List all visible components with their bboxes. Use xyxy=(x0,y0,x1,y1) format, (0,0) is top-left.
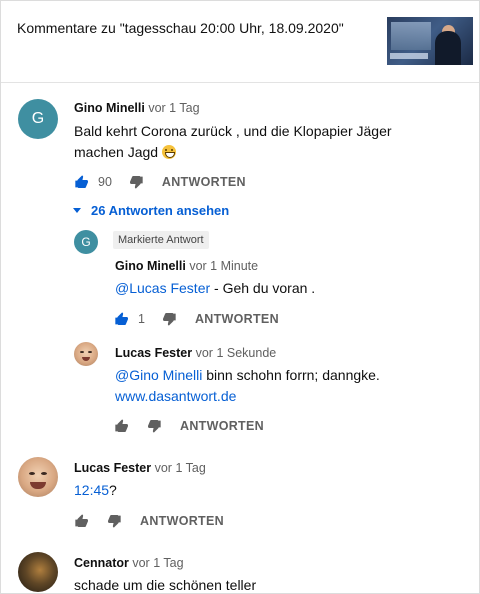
thumb-down-icon[interactable] xyxy=(146,418,162,434)
comment-actions: 90 ANTWORTEN xyxy=(74,172,246,192)
timestamp-link[interactable]: 12:45 xyxy=(74,482,109,498)
reply-button[interactable]: ANTWORTEN xyxy=(195,312,279,326)
thumb-up-icon[interactable] xyxy=(114,418,130,434)
comment-author[interactable]: Cennator vor 1 Tag xyxy=(74,556,184,570)
comment-time[interactable]: vor 1 Tag xyxy=(132,556,183,570)
thumb-up-icon[interactable] xyxy=(114,311,130,327)
video-thumbnail[interactable] xyxy=(387,17,473,65)
reply-time[interactable]: vor 1 Minute xyxy=(189,259,258,273)
comment-text: Bald kehrt Corona zurück , und die Klopa… xyxy=(74,123,392,160)
comments-header: Kommentare zu "tagesschau 20:00 Uhr, 18.… xyxy=(1,1,479,83)
comment-text: schade um die schönen teller xyxy=(74,577,257,593)
reply-actions: ANTWORTEN xyxy=(114,416,264,436)
comment-time[interactable]: vor 1 Tag xyxy=(155,461,206,475)
comment-author[interactable]: Gino Minelli vor 1 Tag xyxy=(74,101,200,115)
pinned-reply-badge: Markierte Antwort xyxy=(113,231,209,249)
reply-author[interactable]: Gino Minelli vor 1 Minute xyxy=(115,259,258,273)
reply-button[interactable]: ANTWORTEN xyxy=(180,419,264,433)
mention-link[interactable]: @Lucas Fester xyxy=(115,280,210,296)
comments-panel: Kommentare zu "tagesschau 20:00 Uhr, 18.… xyxy=(0,0,480,594)
avatar[interactable] xyxy=(18,552,58,592)
reply-button[interactable]: ANTWORTEN xyxy=(162,175,246,189)
reply-text: @Lucas Fester - Geh du voran . xyxy=(115,280,316,296)
avatar[interactable] xyxy=(18,457,58,497)
comment-actions: ANTWORTEN xyxy=(74,511,224,531)
like-count: 1 xyxy=(138,312,145,326)
caret-down-icon xyxy=(73,208,81,213)
avatar[interactable]: G xyxy=(74,230,98,254)
reply-text: @Gino Minelli binn schohn forrn; danngke… xyxy=(115,367,380,404)
show-replies-toggle[interactable]: 26 Antworten ansehen xyxy=(73,203,229,218)
like-count: 90 xyxy=(98,175,112,189)
thumb-down-icon[interactable] xyxy=(128,174,144,190)
comment-author[interactable]: Lucas Fester vor 1 Tag xyxy=(74,461,206,475)
reply-button[interactable]: ANTWORTEN xyxy=(140,514,224,528)
thumb-up-icon[interactable] xyxy=(74,513,90,529)
thumb-down-icon[interactable] xyxy=(106,513,122,529)
reply-actions: 1 ANTWORTEN xyxy=(114,309,279,329)
reply-author[interactable]: Lucas Fester vor 1 Sekunde xyxy=(115,346,276,360)
grin-emoji-icon xyxy=(161,145,176,159)
mention-link[interactable]: @Gino Minelli xyxy=(115,367,202,383)
thumb-up-icon[interactable] xyxy=(74,174,90,190)
avatar[interactable] xyxy=(74,342,98,366)
url-link[interactable]: www.dasantwort.de xyxy=(115,388,236,404)
avatar[interactable]: G xyxy=(18,99,58,139)
comment-time[interactable]: vor 1 Tag xyxy=(148,101,199,115)
comment-text: 12:45? xyxy=(74,482,117,498)
thumb-down-icon[interactable] xyxy=(161,311,177,327)
reply-time[interactable]: vor 1 Sekunde xyxy=(196,346,277,360)
comments-title: Kommentare zu "tagesschau 20:00 Uhr, 18.… xyxy=(17,20,344,36)
